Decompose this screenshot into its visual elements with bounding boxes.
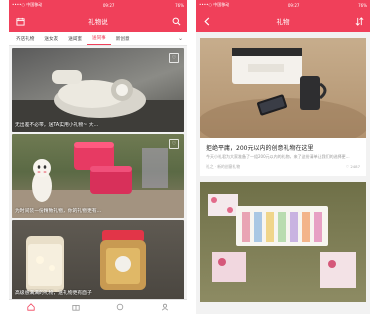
gift-icon[interactable] xyxy=(71,303,80,312)
battery-label: 76% xyxy=(175,2,184,8)
gift-list-screen: ••••○ 中国移动 09:27 76% 礼物说 齐店礼物 送女友 送闺蜜 送同… xyxy=(9,0,187,314)
chevron-down-icon[interactable]: ⌄ xyxy=(174,35,187,42)
time-label: 09:27 xyxy=(102,2,115,8)
bottom-tab-bar xyxy=(9,299,187,314)
carrier-label: ••••○ 中国移动 xyxy=(12,2,43,7)
card-caption: 高级感满满的礼物，送礼物更有面子 xyxy=(15,291,92,296)
gift-detail-screen: ••••○ 中国移动 09:27 76% 礼物 拒绝平庸，200元以内的创意礼物 xyxy=(196,0,370,314)
profile-icon[interactable] xyxy=(160,303,169,312)
article-meta: 礼之 · 新的创意礼物 ♡ 2487 xyxy=(200,160,366,176)
calendar-icon[interactable] xyxy=(14,15,26,27)
tab-item[interactable]: 新创意 xyxy=(111,32,135,45)
tab-item-active[interactable]: 送同事 xyxy=(86,32,111,45)
card-caption: 无出差不必带，送TA实用小礼物~ 大... xyxy=(15,123,99,128)
sort-icon[interactable] xyxy=(353,15,365,27)
status-bar: ••••○ 中国移动 09:27 76% xyxy=(196,0,370,10)
product-photo xyxy=(200,48,366,138)
product-photo xyxy=(208,194,356,288)
search-icon[interactable] xyxy=(170,15,182,27)
back-icon[interactable] xyxy=(201,15,213,27)
card-image xyxy=(26,230,146,292)
carrier-label: ••••○ 中国移动 xyxy=(199,2,230,7)
time-label: 09:27 xyxy=(287,2,300,8)
gift-card[interactable]: 高级感满满的礼物，送礼物更有面子 xyxy=(12,220,184,300)
article-source: 礼之 · 新的创意礼物 xyxy=(206,164,240,169)
tab-item[interactable]: 送闺蜜 xyxy=(63,32,87,45)
page-title: 礼物 xyxy=(276,18,290,26)
article-card[interactable]: 拒绝平庸，200元以内的创意礼物在这里 今天小礼君为大家准备了一组200元以内的… xyxy=(200,38,366,176)
heart-icon[interactable]: ♡ xyxy=(169,139,179,149)
article-description: 今天小礼君为大家准备了一组200元以内的礼物，来了这份清单让我们的选择更… xyxy=(206,154,350,159)
battery-label: 76% xyxy=(358,2,367,8)
app-title: 礼物说 xyxy=(88,18,108,26)
card-image xyxy=(12,70,184,132)
article-image xyxy=(200,38,366,138)
card-image xyxy=(12,142,184,218)
top-nav-bar: 礼物 xyxy=(196,10,370,32)
card-caption: 为时间装一份精致礼物，你的礼物更有... xyxy=(15,209,102,214)
tab-item[interactable]: 送女友 xyxy=(39,32,63,45)
status-bar: ••••○ 中国移动 09:27 76% xyxy=(9,0,187,10)
article-card[interactable] xyxy=(200,182,366,302)
category-icon[interactable] xyxy=(116,303,125,312)
gift-card[interactable]: ♡ 无出差不必带，送TA实用小礼物~ 大... xyxy=(12,48,184,132)
heart-icon[interactable]: ♡ xyxy=(169,53,179,63)
category-tabs: 齐店礼物 送女友 送闺蜜 送同事 新创意 ⌄ xyxy=(9,32,187,46)
article-title: 拒绝平庸，200元以内的创意礼物在这里 xyxy=(206,145,314,152)
gift-card[interactable]: ♡ 为时间装一份精致礼物，你的礼物更有... xyxy=(12,134,184,218)
tab-item[interactable]: 齐店礼物 xyxy=(11,32,39,45)
like-count[interactable]: ♡ 2487 xyxy=(346,164,360,170)
home-icon[interactable] xyxy=(27,303,36,312)
top-nav-bar: 礼物说 xyxy=(9,10,187,32)
